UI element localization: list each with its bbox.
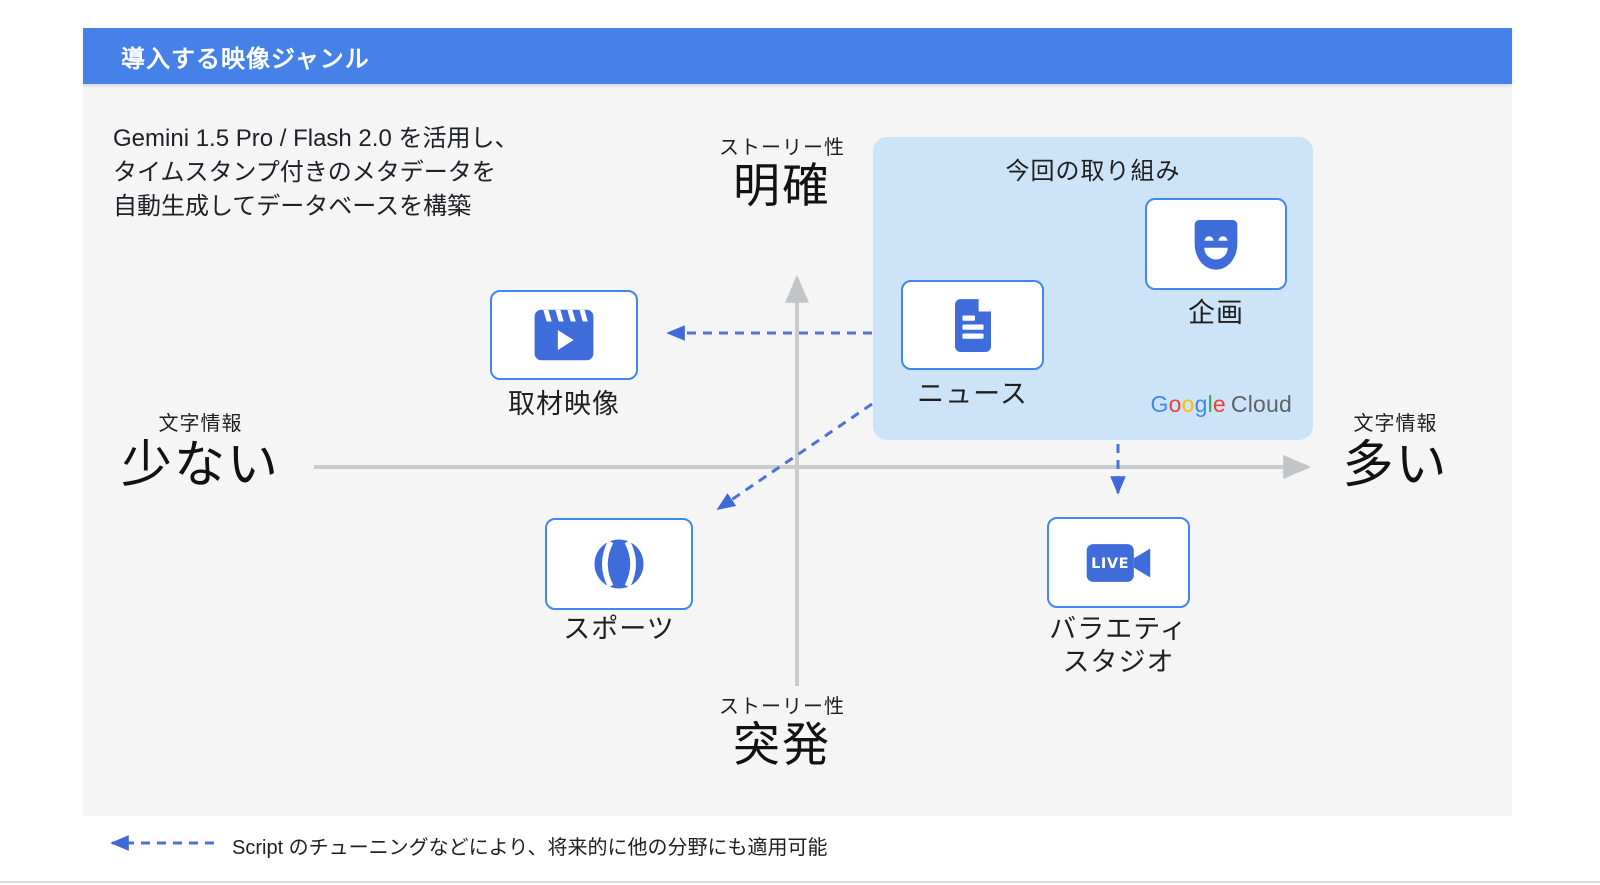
news-label: ニュース: [917, 379, 1028, 409]
shuzai-card: [490, 290, 638, 380]
axis-bottom-large: 突発: [733, 718, 831, 771]
kikaku-card: [1145, 198, 1287, 290]
logo-letter: G: [1150, 391, 1169, 417]
axis-right-small: 文字情報: [1353, 413, 1438, 435]
logo-letter: g: [1194, 391, 1208, 417]
logo-letter: o: [1168, 391, 1182, 417]
axis-top-small: ストーリー性: [719, 137, 845, 159]
shuzai-label: 取材映像: [508, 389, 620, 419]
axis-label-right: 文字情報 多い: [1318, 407, 1473, 493]
theater-mask-icon: [1194, 220, 1238, 270]
sports-label: スポーツ: [563, 614, 675, 644]
axis-label-top: ストーリー性 明確: [682, 131, 882, 213]
axis-left-small: 文字情報: [158, 413, 243, 435]
variety-label-line2: スタジオ: [1062, 647, 1175, 677]
variety-label: バラエティ スタジオ: [1047, 613, 1190, 679]
live-camera-icon: LIVE: [1086, 543, 1150, 582]
intro-text: Gemini 1.5 Pro / Flash 2.0 を活用し、 タイムスタンプ…: [113, 122, 518, 224]
tennis-ball-icon: [594, 539, 644, 589]
variety-card: LIVE: [1047, 517, 1190, 608]
logo-letter: o: [1181, 391, 1195, 417]
axis-bottom-small: ストーリー性: [719, 696, 845, 718]
variety-label-line1: バラエティ: [1049, 614, 1188, 644]
axis-top-large: 明確: [733, 159, 831, 212]
page-title: 導入する映像ジャンル: [121, 45, 370, 73]
news-card: [901, 280, 1044, 370]
intro-line: Gemini 1.5 Pro / Flash 2.0 を活用し、: [113, 125, 519, 152]
sports-card: [545, 518, 693, 610]
live-badge-text: LIVE: [1091, 556, 1129, 572]
kikaku-label: 企画: [1188, 298, 1244, 328]
intro-line: タイムスタンプ付きのメタデータを: [113, 159, 496, 186]
legend-text: Script のチューニングなどにより、将来的に他の分野にも適用可能: [232, 837, 828, 859]
axis-right-large: 多い: [1342, 436, 1449, 493]
document-icon: [954, 299, 991, 352]
google-cloud-logo: Google Cloud: [1118, 391, 1292, 418]
logo-cloud-word: Cloud: [1230, 391, 1292, 417]
axis-label-bottom: ストーリー性 突発: [682, 690, 882, 772]
axis-label-left: 文字情報 少ない: [108, 407, 293, 493]
highlight-title: 今回の取り組み: [1005, 158, 1181, 185]
window-bottom-border: [0, 881, 1600, 883]
header-bar: 導入する映像ジャンル: [83, 28, 1512, 84]
logo-letter: e: [1212, 391, 1226, 417]
axis-left-large: 少ない: [120, 436, 280, 493]
intro-line: 自動生成してデータベースを構築: [113, 193, 472, 220]
movie-clapper-icon: [534, 309, 594, 361]
